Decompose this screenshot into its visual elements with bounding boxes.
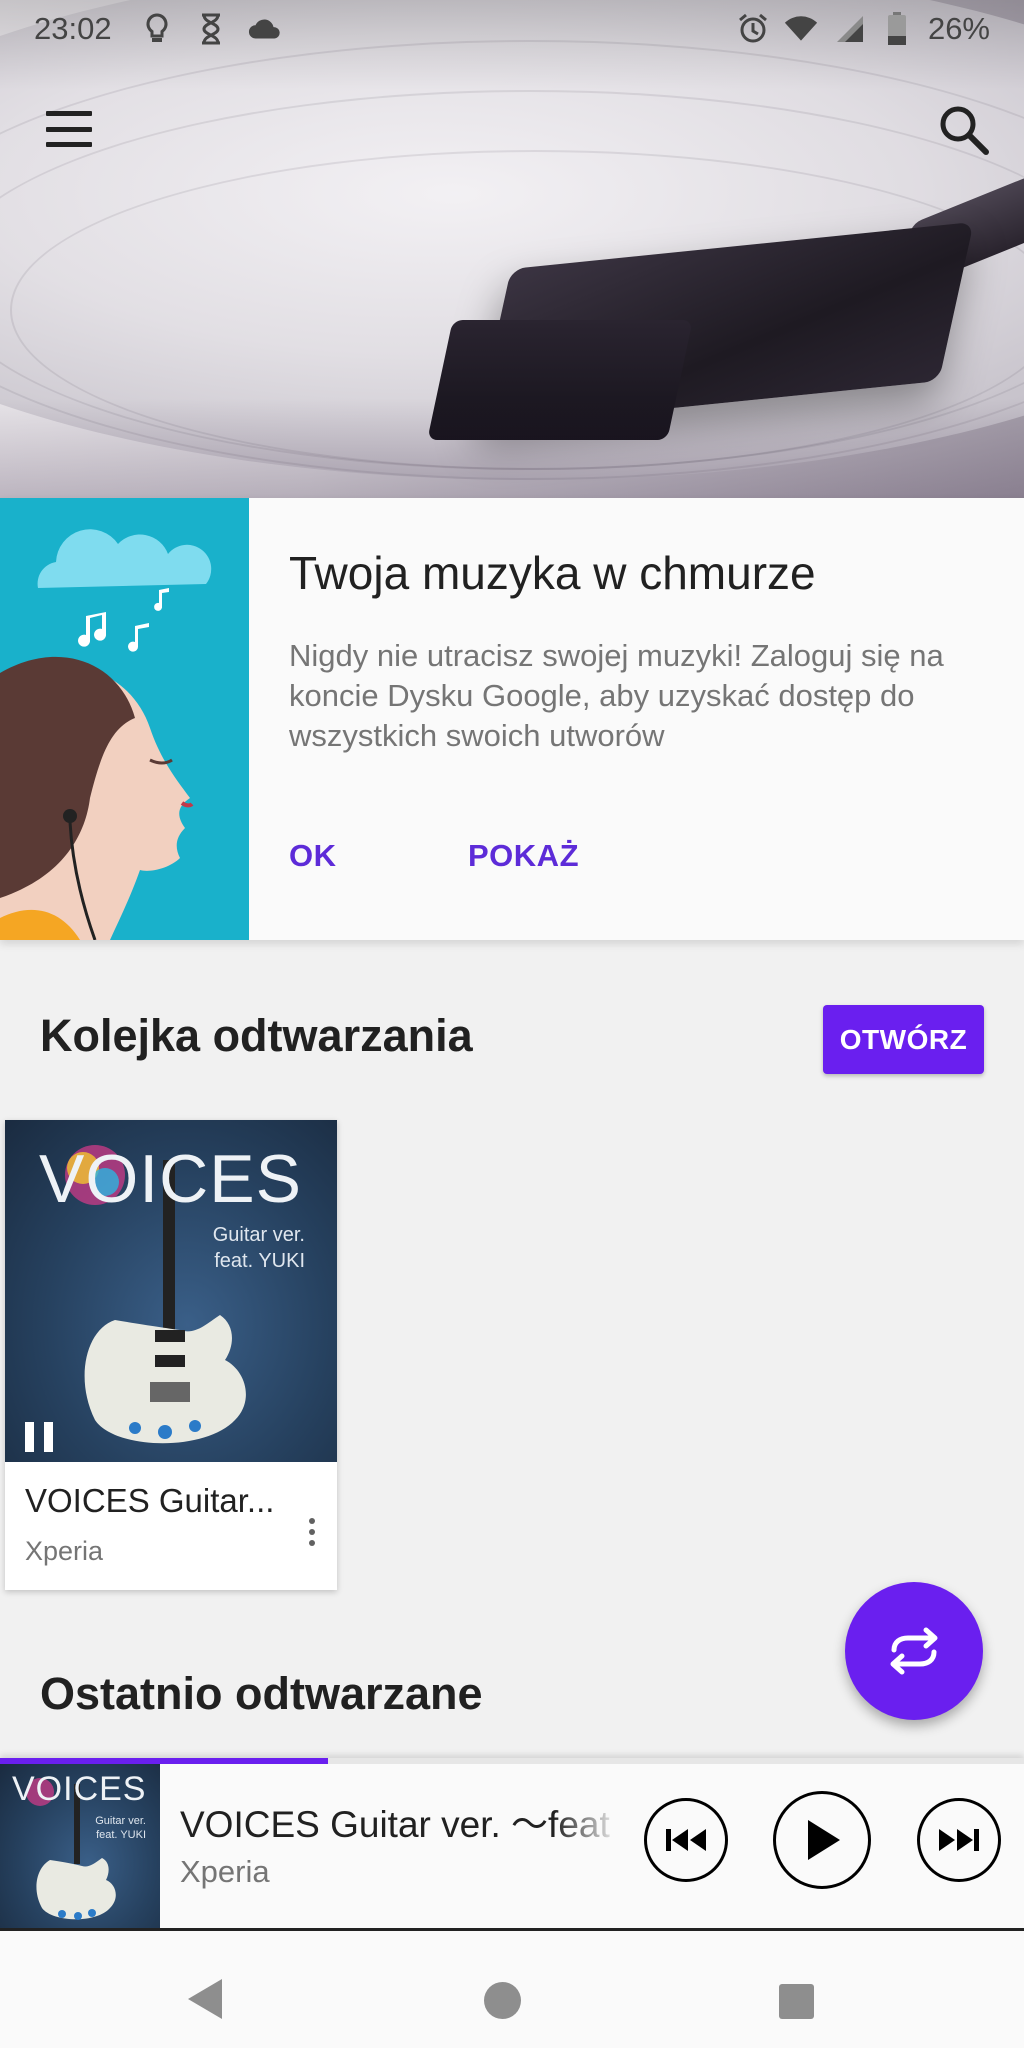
album-artist: Xperia [25, 1536, 104, 1566]
lightbulb-icon [140, 12, 174, 46]
mini-cover-subtitle-line1: Guitar ver. [95, 1815, 146, 1827]
battery-percent: 26% [927, 11, 990, 46]
recent-section-title: Ostatnio odtwarzane [40, 1668, 483, 1719]
back-icon[interactable] [186, 1977, 224, 2026]
repeat-icon [890, 1627, 938, 1675]
repeat-fab-button[interactable] [845, 1582, 983, 1720]
queue-album-card[interactable]: VOICES Guitar ver. feat. YUKI VOICES Gui… [5, 1120, 337, 1590]
signal-icon [832, 12, 866, 46]
hourglass-icon [194, 12, 228, 46]
header-shade [0, 0, 1024, 498]
promo-illustration [0, 498, 249, 940]
cover-subtitle: Guitar ver. feat. YUKI [213, 1222, 305, 1274]
promo-title: Twoja muzyka w chmurze [289, 547, 816, 599]
cover-title: VOICES [39, 1141, 302, 1217]
hamburger-menu-icon[interactable] [40, 104, 98, 154]
mini-cover-subtitle-line2: feat. YUKI [96, 1829, 146, 1841]
system-navigation-bar [0, 1931, 1024, 2048]
open-queue-button[interactable]: OTWÓRZ [823, 1005, 984, 1074]
battery-icon [880, 12, 914, 46]
album-cover: VOICES Guitar ver. feat. YUKI [5, 1120, 337, 1462]
pause-icon[interactable] [25, 1422, 53, 1452]
promo-body: Nigdy nie utracisz swojej muzyki! Zalogu… [289, 638, 944, 753]
status-bar: 23:02 26% [0, 0, 1024, 58]
mini-player-cover: VOICES Guitar ver. feat. YUKI [0, 1764, 160, 1930]
header-image [0, 0, 1024, 498]
previous-track-button[interactable] [644, 1798, 728, 1882]
cloud-music-promo-card: Twoja muzyka w chmurze Nigdy nie utracis… [0, 498, 1024, 940]
mini-cover-title: VOICES [12, 1770, 147, 1808]
recents-icon[interactable] [779, 1984, 814, 2019]
skip-next-icon [939, 1829, 979, 1851]
search-icon[interactable] [934, 100, 994, 160]
alarm-icon [736, 12, 770, 46]
play-icon [808, 1820, 840, 1860]
home-icon[interactable] [484, 1982, 521, 2019]
cloud-icon [248, 12, 282, 46]
skip-previous-icon [666, 1829, 706, 1851]
queue-section-title: Kolejka odtwarzania [40, 1010, 473, 1061]
play-button[interactable] [773, 1791, 871, 1889]
now-playing-artist: Xperia [180, 1854, 270, 1889]
promo-ok-button[interactable]: OK [289, 838, 337, 874]
cover-subtitle-line2: feat. YUKI [214, 1250, 305, 1272]
album-name: VOICES Guitar... [25, 1482, 275, 1519]
promo-show-button[interactable]: POKAŻ [468, 838, 579, 874]
more-options-icon[interactable] [300, 1512, 324, 1552]
wifi-icon [784, 12, 818, 46]
cover-subtitle-line1: Guitar ver. [212, 1224, 305, 1246]
status-time: 23:02 [34, 11, 112, 46]
now-playing-title: VOICES Guitar ver. ～feat [180, 1804, 610, 1845]
next-track-button[interactable] [917, 1798, 1001, 1882]
mini-cover-subtitle: Guitar ver. feat. YUKI [95, 1814, 146, 1842]
